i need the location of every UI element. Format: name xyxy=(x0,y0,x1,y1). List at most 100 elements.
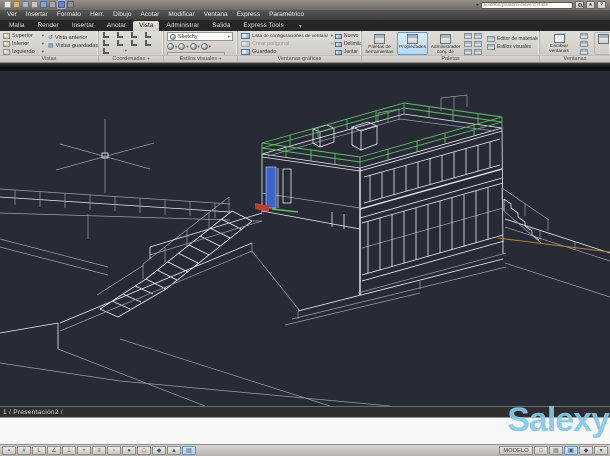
panel-expand-icon[interactable]: ▾ xyxy=(147,56,149,62)
paletas-herramientas-button[interactable]: Paletas de herramientas xyxy=(364,32,395,55)
caret-down-icon[interactable]: ▾ xyxy=(331,33,333,39)
face-style-button[interactable] xyxy=(167,43,174,50)
caret-down-icon[interactable]: ▾ xyxy=(186,44,188,50)
menu-express[interactable]: Express xyxy=(237,10,260,20)
administrador-planos-button[interactable]: Administrador conj. de planos xyxy=(430,32,461,60)
infocenter-expand-icon[interactable]: ▸ xyxy=(476,2,479,9)
quick-view-drawings-button[interactable]: ▤ xyxy=(549,446,563,455)
viewport-config-list-dropdown[interactable]: Lista de configuraciones de ventana gráf… xyxy=(240,32,334,40)
ucs-icon[interactable] xyxy=(115,31,127,39)
ribbon-options-caret-icon[interactable]: ▾ xyxy=(291,23,306,31)
search-input[interactable] xyxy=(481,1,573,9)
ducs-toggle[interactable]: ≡ xyxy=(92,446,106,455)
lineweight-toggle[interactable]: ● xyxy=(122,446,136,455)
caret-down-icon[interactable]: ▾ xyxy=(175,44,177,50)
vistas-guardadas-button[interactable]: ▤ Vistas guardadas xyxy=(47,42,98,50)
caret-down-icon[interactable]: ▾ xyxy=(198,44,200,50)
menu-acotar[interactable]: Acotar xyxy=(141,10,160,20)
menu-insertar[interactable]: Insertar xyxy=(26,10,48,20)
ucs-icon[interactable] xyxy=(143,31,155,39)
window-tool-icon[interactable] xyxy=(580,33,588,39)
shadow-style-button[interactable] xyxy=(178,43,186,50)
tab-salida[interactable]: Salida xyxy=(206,21,236,31)
view-inferior-button[interactable]: Inferior ▾ xyxy=(2,40,45,48)
tab-render[interactable]: Render xyxy=(32,21,65,31)
tab-express-tools[interactable]: Express Tools xyxy=(237,21,289,31)
drawing-canvas[interactable] xyxy=(0,71,610,406)
menu-herramientas[interactable]: Herr. xyxy=(90,10,104,20)
tab-malla[interactable]: Malla xyxy=(3,21,31,31)
ucs-icon[interactable] xyxy=(101,31,113,39)
ucs-icon[interactable] xyxy=(101,47,113,55)
transparency-toggle[interactable]: □ xyxy=(137,446,151,455)
panel-expand-icon[interactable]: ▾ xyxy=(219,56,221,62)
ucs-icon[interactable] xyxy=(129,31,141,39)
palette-small-icon[interactable] xyxy=(474,41,482,47)
layout-tabs-text[interactable]: 1 / Presentación2 / xyxy=(0,409,63,416)
osnap-toggle[interactable]: ⊥ xyxy=(62,446,76,455)
workspace-icon[interactable] xyxy=(58,1,65,8)
view-superior-button[interactable]: Superior ▾ xyxy=(2,32,45,40)
open-file-icon[interactable] xyxy=(13,1,20,8)
annotation-scale-button[interactable]: ▣ xyxy=(564,446,578,455)
quick-view-layouts-button[interactable]: □ xyxy=(534,446,548,455)
panel-label-ventanas-graficas[interactable]: Ventanas gráficas xyxy=(238,55,361,62)
ortho-toggle[interactable]: L xyxy=(32,446,46,455)
panel-label-coordenadas[interactable]: Coordenadas ▾ xyxy=(99,55,163,62)
workspace-switch-button[interactable]: ◆ xyxy=(579,446,593,455)
tab-anotar[interactable]: Anotar xyxy=(101,21,132,31)
tab-vista[interactable]: Vista xyxy=(133,21,160,31)
tab-administrar[interactable]: Administrar xyxy=(160,21,205,31)
model-space-button[interactable]: MODELO xyxy=(499,446,533,455)
ucs-icon[interactable] xyxy=(143,39,155,47)
panel-label-vistas[interactable]: Vistas xyxy=(0,55,98,62)
partial-button[interactable] xyxy=(594,32,610,55)
panel-label-paletas[interactable]: Paletas xyxy=(362,55,539,62)
caret-down-icon[interactable]: ▾ xyxy=(209,44,211,50)
menu-ventana[interactable]: Ventana xyxy=(204,10,228,20)
save-icon[interactable] xyxy=(22,1,29,8)
editor-materiales-button[interactable]: Editor de materiales xyxy=(486,35,538,43)
delimitar-viewport-button[interactable]: Delimitar xyxy=(334,40,361,48)
search-icon[interactable] xyxy=(575,1,584,9)
grid-toggle[interactable]: # xyxy=(17,446,31,455)
window-tool-icon[interactable] xyxy=(580,41,588,47)
visual-style-dropdown[interactable]: Sketchy ▾ xyxy=(167,32,233,41)
menu-parametrico[interactable]: Paramétrico xyxy=(269,10,304,20)
menu-modificar[interactable]: Modificar xyxy=(168,10,194,20)
caret-down-icon[interactable]: ▾ xyxy=(42,33,44,39)
status-menu-button[interactable]: ▾ xyxy=(594,446,608,455)
ucs-icon[interactable]: ▾ xyxy=(115,47,127,55)
panel-label-estilos-visuales[interactable]: Estilos visuales ▾ xyxy=(164,55,237,62)
propiedades-button[interactable]: Propiedades xyxy=(397,32,428,55)
caret-down-icon[interactable]: ▾ xyxy=(42,41,44,47)
favorites-icon[interactable]: ★ xyxy=(586,1,595,9)
palette-small-icon[interactable] xyxy=(474,33,482,39)
vista-anterior-button[interactable]: ↺ Vista anterior xyxy=(47,34,98,42)
caret-down-icon[interactable]: ▾ xyxy=(228,34,230,40)
qat-menu-icon[interactable] xyxy=(67,1,74,8)
ucs-icon[interactable] xyxy=(129,39,141,47)
palette-small-icon[interactable] xyxy=(464,33,472,39)
menu-formato[interactable]: Formato xyxy=(57,10,81,20)
caret-down-icon[interactable]: ▾ xyxy=(125,48,127,54)
undo-icon[interactable] xyxy=(40,1,47,8)
panel-label-ventanas[interactable]: Ventanas xyxy=(540,55,610,62)
otrack-toggle[interactable]: + xyxy=(77,446,91,455)
ucs-icon[interactable] xyxy=(101,39,113,47)
menu-ver[interactable]: Ver xyxy=(7,10,17,20)
selection-cycling-toggle[interactable]: ▲ xyxy=(167,446,181,455)
quick-properties-toggle[interactable]: ◆ xyxy=(152,446,166,455)
annotation-toggle[interactable]: ▤ xyxy=(182,446,196,455)
plot-icon[interactable] xyxy=(31,1,38,8)
edge-style-button[interactable] xyxy=(189,43,197,50)
ucs-icon[interactable] xyxy=(115,39,127,47)
lighting-style-button[interactable] xyxy=(200,43,208,50)
new-file-icon[interactable] xyxy=(4,1,11,8)
redo-icon[interactable] xyxy=(49,1,56,8)
tab-insertar[interactable]: Insertar xyxy=(66,21,100,31)
nuevo-viewport-button[interactable]: Nuevo xyxy=(334,32,361,40)
estilos-visuales-palette-button[interactable]: Estilos visuales xyxy=(486,43,538,51)
drawing-viewport[interactable] xyxy=(0,71,610,406)
cambiar-ventanas-button[interactable]: Cambiar ventanas xyxy=(543,32,575,55)
